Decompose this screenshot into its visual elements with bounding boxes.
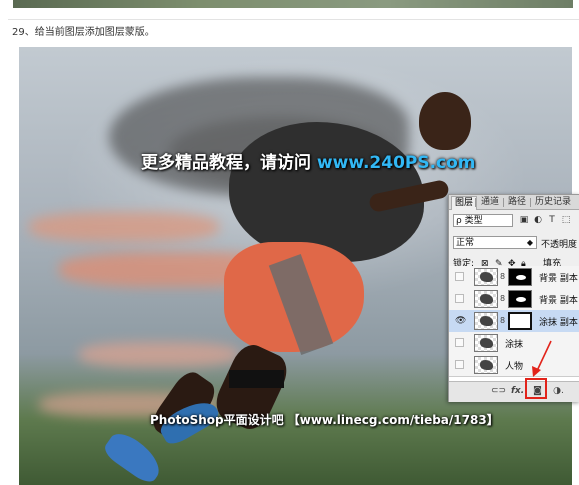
layer-mask-thumbnail[interactable] [508,290,532,308]
layer-row[interactable]: 8 背景 副本 [449,266,579,289]
tab-channels[interactable]: 通道 [478,196,502,209]
visibility-toggle[interactable] [455,272,464,281]
adjustment-icon[interactable]: ◑. [552,385,565,398]
layers-panel: 图层 通道 路径 历史记录 ρ 类型 ▣ ◐ T ⬚ 正常 ◆ 不透明度 锁定:… [448,194,579,402]
runner-sock [229,370,284,388]
layer-thumbnail [474,290,498,308]
watermark-text: 更多精品教程，请访问 [141,153,317,173]
eye-icon[interactable]: 👁︎ [455,316,466,326]
layer-row-selected[interactable]: 👁︎ 8 涂抹 副本 [449,310,579,333]
link-icon: 8 [500,294,506,303]
red-arrow-icon [532,340,552,377]
layer-list: 8 背景 副本 8 背景 副本 👁︎ 8 涂抹 副本 涂抹 人物 [449,266,579,381]
chevron-updown-icon: ◆ [526,238,533,247]
layer-name: 背景 副本 [539,274,578,284]
layer-name: 人物 [505,362,524,372]
image-filter-icon[interactable]: ▣ [519,215,529,225]
tab-history[interactable]: 历史记录 [532,196,574,209]
highlight-box [525,378,547,399]
layer-row[interactable]: 人物 [449,354,579,377]
layer-row[interactable]: 涂抹 [449,332,579,355]
layer-thumbnail [474,312,498,330]
layers-panel-toolbar: ⊂⊃ fx. ◙ ◑. [449,381,579,402]
layer-filter-select[interactable]: ρ 类型 [453,214,513,227]
layer-mask-thumbnail[interactable] [508,268,532,286]
layer-thumbnail [474,356,498,374]
tab-separator [475,198,476,207]
tab-separator [503,198,504,207]
link-icon: 8 [500,316,506,325]
panel-tabs: 图层 通道 路径 历史记录 [449,195,579,210]
layer-name: 涂抹 [505,340,524,350]
footer-watermark: PhotoShop平面设计吧 【www.linecg.com/tieba/178… [150,413,499,427]
layer-mask-thumbnail[interactable] [508,312,532,330]
runner-head [419,92,471,150]
divider [8,19,579,20]
layer-thumbnail [474,268,498,286]
tab-paths[interactable]: 路径 [505,196,529,209]
adjustment-filter-icon[interactable]: ◐ [533,215,543,225]
opacity-label: 不透明度 [541,240,578,250]
shape-filter-icon[interactable]: ⬚ [561,215,571,225]
layer-row[interactable]: 8 背景 副本 [449,288,579,311]
filter-row: ρ 类型 ▣ ◐ T ⬚ [453,214,579,228]
link-icon[interactable]: ⊂⊃ [491,385,506,398]
visibility-toggle[interactable] [455,294,464,303]
visibility-toggle[interactable] [455,360,464,369]
tab-separator [530,198,531,207]
layer-name: 背景 副本 [539,296,578,306]
fx-icon[interactable]: fx. [511,385,524,398]
watermark-url: www.240PS.com [316,153,476,173]
previous-image-strip [13,0,573,8]
step-instruction: 29、给当前图层添加图层蒙版。 [12,27,155,38]
visibility-toggle[interactable] [455,338,464,347]
tab-layers[interactable]: 图层 [451,196,478,210]
layer-thumbnail [474,334,498,352]
type-filter-icon[interactable]: T [547,215,557,225]
site-watermark: 更多精品教程，请访问 www.240PS.com [141,148,476,173]
layer-name: 涂抹 副本 [539,318,578,328]
motion-streak [79,342,239,367]
motion-streak [29,212,219,242]
blend-mode-select[interactable]: 正常 ◆ [453,236,537,249]
link-icon: 8 [500,272,506,281]
runner-shoe [100,427,168,485]
blend-row: 正常 ◆ 不透明度 [453,236,579,250]
blend-mode-value: 正常 [456,238,475,248]
